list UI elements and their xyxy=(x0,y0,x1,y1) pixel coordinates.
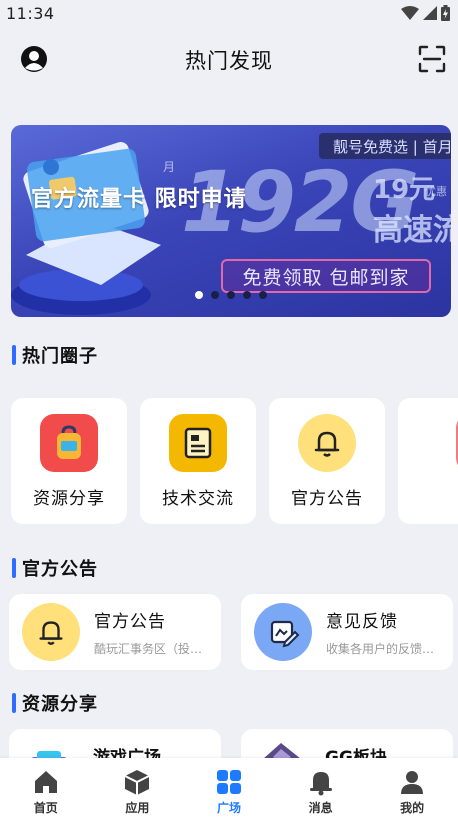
card-text: 官方公告 酷玩汇事务区（投… xyxy=(94,607,214,657)
card-title: 官方公告 xyxy=(94,612,166,632)
app-header: 热门发现 xyxy=(0,38,458,82)
banner-top-tag: 靓号免费选 | 首月 xyxy=(319,133,451,159)
bell-icon xyxy=(22,603,80,661)
tab-label: 消息 xyxy=(308,801,333,815)
circles-carousel[interactable]: 资源分享 技术交流 官方公告 活动 xyxy=(11,398,458,524)
tab-label: 应用 xyxy=(125,801,150,815)
banner-price-sub: 优惠 xyxy=(425,185,447,198)
section-accent-bar xyxy=(12,693,16,713)
carousel-dot[interactable] xyxy=(195,291,203,299)
bell-icon xyxy=(298,414,356,472)
signal-icon xyxy=(423,6,437,20)
status-icons xyxy=(401,5,450,21)
section-title-text: 资源分享 xyxy=(22,694,98,715)
tab-home[interactable]: 首页 xyxy=(6,758,86,816)
carousel-dot[interactable] xyxy=(227,291,235,299)
card-subtitle: 酷玩汇事务区（投… xyxy=(94,642,203,656)
status-bar: 11:34 xyxy=(0,0,458,26)
circle-card-tech[interactable]: 技术交流 xyxy=(140,398,256,524)
wifi-icon xyxy=(401,6,419,20)
tab-apps[interactable]: 应用 xyxy=(97,758,177,816)
sim-card-illustration xyxy=(11,142,161,315)
carousel-dot[interactable] xyxy=(259,291,267,299)
tab-label: 首页 xyxy=(33,801,58,815)
tab-plaza[interactable]: 广场 xyxy=(189,758,269,816)
status-time: 11:34 xyxy=(6,3,55,23)
user-avatar-icon[interactable] xyxy=(20,45,48,73)
promo-banner[interactable]: 192G 月 靓号免费选 | 首月 19元 优惠 高速流 官方流量卡 限时申请 … xyxy=(11,125,451,317)
cube-icon xyxy=(124,770,150,795)
tab-profile[interactable]: 我的 xyxy=(372,758,452,816)
tab-label: 我的 xyxy=(400,801,425,815)
user-icon xyxy=(401,771,424,794)
section-title-text: 官方公告 xyxy=(22,559,98,580)
card-text: 意见反馈 收集各用户的反馈… xyxy=(326,607,446,657)
section-announcements: 官方公告 xyxy=(12,555,98,581)
section-accent-bar xyxy=(12,345,16,365)
feedback-card[interactable]: 意见反馈 收集各用户的反馈… xyxy=(241,594,453,670)
circle-card-resources[interactable]: 资源分享 xyxy=(11,398,127,524)
tab-label: 广场 xyxy=(216,801,241,815)
section-hot-circles: 热门圈子 xyxy=(12,342,98,368)
section-title-text: 热门圈子 xyxy=(22,346,98,367)
section-accent-bar xyxy=(12,558,16,578)
bell-icon xyxy=(309,772,332,796)
circle-card-activity[interactable]: 活动 xyxy=(398,398,458,524)
circle-label: 资源分享 xyxy=(33,489,105,509)
carousel-dots xyxy=(195,291,267,299)
carousel-dot[interactable] xyxy=(243,291,251,299)
battery-icon xyxy=(441,5,450,21)
feedback-icon xyxy=(254,603,312,661)
circle-card-announcements[interactable]: 官方公告 xyxy=(269,398,385,524)
home-icon xyxy=(34,771,57,793)
card-title: 意见反馈 xyxy=(326,612,398,632)
page-title: 热门发现 xyxy=(185,49,273,73)
announcement-card[interactable]: 官方公告 酷玩汇事务区（投… xyxy=(9,594,221,670)
circle-label: 技术交流 xyxy=(162,489,234,509)
section-resources: 资源分享 xyxy=(12,690,98,716)
tab-messages[interactable]: 消息 xyxy=(281,758,361,816)
scan-icon[interactable] xyxy=(418,45,446,73)
circle-label: 官方公告 xyxy=(291,489,363,509)
grid-icon xyxy=(216,770,241,794)
carousel-dot[interactable] xyxy=(211,291,219,299)
bottom-tab-bar: 首页 应用 广场 消息 我的 xyxy=(0,758,458,820)
banner-side-text: 月 xyxy=(163,160,176,174)
backpack-icon xyxy=(40,414,98,472)
banner-headline: 官方流量卡 限时申请 xyxy=(31,187,247,212)
document-icon xyxy=(169,414,227,472)
card-subtitle: 收集各用户的反馈… xyxy=(326,642,435,656)
banner-cta-button[interactable]: 免费领取 包邮到家 xyxy=(221,259,431,293)
banner-speed-text: 高速流 xyxy=(373,213,451,248)
